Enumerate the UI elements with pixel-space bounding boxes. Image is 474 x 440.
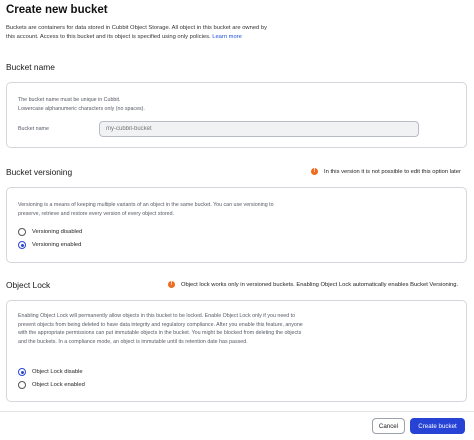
versioning-description: Versioning is a means of keeping multipl… [18,202,274,217]
versioning-option-enabled[interactable]: Versioning enabled [18,241,81,249]
object-lock-option-enabled[interactable]: Object Lock enabled [18,381,85,389]
object-lock-description: Enabling Object Lock will permanently al… [18,313,303,345]
bucket-name-help-line-1: The bucket name must be unique in Cubbit… [18,97,121,103]
versioning-notice: ! In this version it is not possible to … [311,168,461,175]
object-lock-card: Enabling Object Lock will permanently al… [6,300,467,402]
radio-button-selected[interactable] [18,241,26,249]
bucket-name-input[interactable] [99,121,419,137]
create-bucket-button[interactable]: Create bucket [410,418,465,434]
bucket-name-field-label: Bucket name [18,126,49,132]
versioning-option-disabled[interactable]: Versioning disabled [18,228,82,236]
object-lock-section-title: Object Lock [6,280,51,290]
versioning-section-title: Bucket versioning [6,167,73,177]
object-lock-notice: ! Object lock works only in versioned bu… [168,281,458,288]
object-lock-option-label: Object Lock enabled [32,382,85,388]
versioning-card: Versioning is a means of keeping multipl… [6,187,467,263]
bucket-name-section-title: Bucket name [6,62,55,72]
object-lock-option-label: Object Lock disable [32,369,83,375]
cancel-button[interactable]: Cancel [372,418,405,434]
versioning-notice-text: In this version it is not possible to ed… [324,168,461,175]
object-lock-option-disable[interactable]: Object Lock disable [18,368,83,376]
page-title: Create new bucket [6,4,108,16]
warning-icon: ! [311,168,318,175]
bucket-name-help: The bucket name must be unique in Cubbit… [18,96,145,113]
learn-more-link[interactable]: Learn more [212,34,242,40]
bucket-name-card: The bucket name must be unique in Cubbit… [6,82,467,148]
warning-icon: ! [168,281,175,288]
radio-button-selected[interactable] [18,368,26,376]
object-lock-notice-text: Object lock works only in versioned buck… [181,281,459,288]
versioning-option-label: Versioning enabled [32,242,82,248]
page-description: Buckets are containers for data stored i… [6,24,276,42]
radio-button[interactable] [18,228,26,236]
footer-divider [0,411,474,412]
versioning-option-label: Versioning disabled [32,229,83,235]
bucket-name-help-line-2: Lowercase alphanumeric characters only (… [18,105,145,112]
radio-button[interactable] [18,381,26,389]
